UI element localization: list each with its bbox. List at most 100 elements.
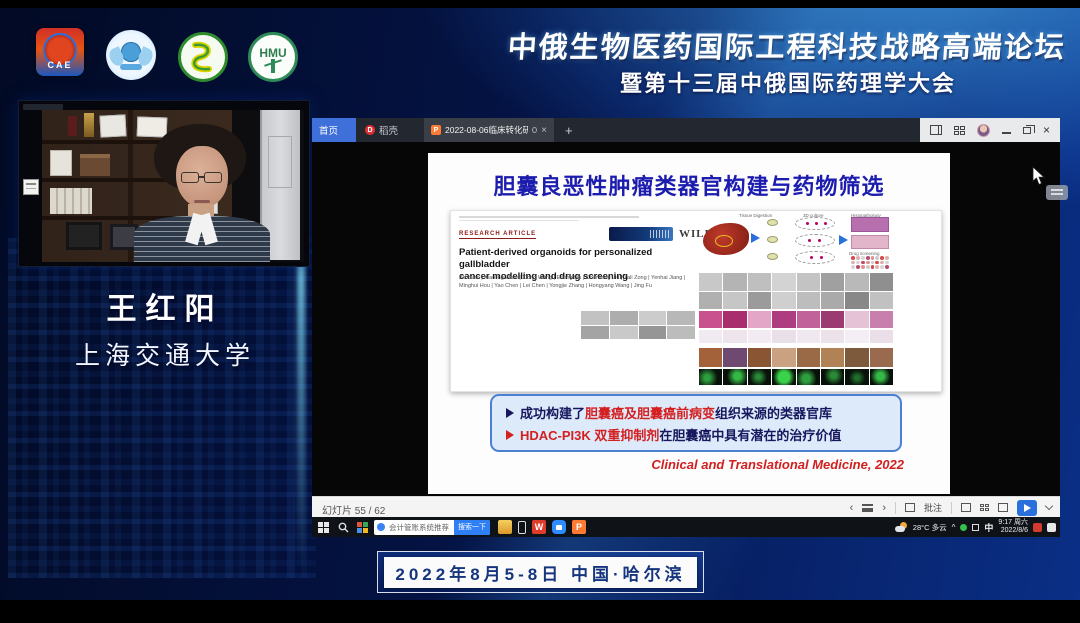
taskbar-search-box[interactable]: 会计管账系统推荐 搜索一下 (374, 520, 490, 535)
phone-app-icon[interactable] (512, 521, 532, 534)
weather-text[interactable]: 28°C 多云 (913, 522, 947, 533)
sample-icon (767, 236, 778, 243)
figure-cell (845, 369, 868, 385)
slide-list-icon[interactable] (862, 504, 873, 512)
figure-cell (723, 311, 746, 328)
drug-well (875, 265, 879, 269)
wps-app-icon[interactable]: W (532, 520, 546, 534)
tab-docer[interactable]: D 稻壳 (358, 118, 406, 142)
organoid-he-row (699, 330, 893, 343)
normal-view-icon[interactable] (961, 503, 971, 512)
close-button[interactable]: × (1043, 125, 1050, 135)
figure-cell (845, 292, 868, 310)
society-emblem-logo (106, 30, 156, 80)
drug-well (880, 256, 884, 260)
minimize-button[interactable] (1002, 132, 1011, 134)
figure-cell (845, 273, 868, 291)
slide-sorter-icon[interactable] (980, 504, 989, 511)
user-avatar[interactable] (977, 124, 990, 137)
fluorescence-row (699, 369, 893, 385)
tab-grid-icon[interactable] (954, 126, 965, 135)
footer-banner-frame: 2022年8月5-8日 中国·哈尔滨 (377, 551, 704, 593)
tab-presentation-file[interactable]: P 2022-08-06临床转化研究.pptx × (424, 118, 554, 142)
figure-cell (748, 348, 771, 367)
figure-cell (667, 326, 695, 340)
hidden-icons-chevron-icon[interactable]: ^ (952, 523, 956, 532)
next-slide-icon[interactable]: › (882, 502, 886, 514)
drug-well (851, 265, 855, 269)
annotate-icon[interactable] (905, 503, 915, 512)
tab-close-icon[interactable]: × (541, 125, 547, 136)
wps-tab-bar: 首页 D 稻壳 P 2022-08-06临床转化研究.pptx × + × (312, 118, 1060, 142)
pharmacology-society-logo (178, 32, 228, 82)
wpp-app-icon[interactable]: P (572, 520, 586, 534)
play-options-chevron-icon[interactable] (1045, 502, 1053, 510)
prev-slide-icon[interactable]: ‹ (850, 502, 854, 514)
bottom-letterbox (0, 600, 1080, 623)
docer-icon: D (365, 125, 375, 135)
start-button[interactable] (312, 522, 334, 533)
paper-article-type: RESEARCH ARTICLE (459, 231, 536, 239)
chat-icon[interactable] (1047, 523, 1056, 532)
reading-view-icon[interactable] (998, 503, 1008, 512)
forum-subtitle: 暨第十三届中俄国际药理学大会 (558, 66, 1018, 98)
ppt-file-icon: P (431, 125, 441, 135)
wall-note-card (23, 179, 39, 195)
slideshow-play-button[interactable] (1017, 500, 1037, 516)
histology-thumb (851, 235, 889, 249)
drug-well (871, 265, 875, 269)
tab-docer-label: 稻壳 (379, 123, 398, 137)
ime-indicator[interactable]: 中 (984, 521, 993, 534)
tab-home[interactable]: 首页 (312, 118, 356, 142)
summary-box: 成功构建了胆囊癌及胆囊癌前病变组织来源的类器官库HDAC-PI3K 双重抑制剂在… (490, 394, 902, 452)
meeting-app-icon[interactable] (552, 520, 566, 534)
notification-badge-icon[interactable] (1033, 523, 1042, 532)
speaker-video (42, 110, 304, 262)
gallbladder-highlight (715, 235, 733, 247)
drug-well (856, 256, 860, 260)
figure-cell (870, 311, 893, 328)
drug-well (866, 265, 870, 269)
drug-well (851, 256, 855, 260)
figure-cell (870, 292, 893, 310)
file-explorer-icon[interactable] (498, 520, 512, 534)
figure-cell (610, 326, 638, 340)
figure-cell (748, 273, 771, 291)
figure-cell (845, 348, 868, 367)
tray-green-icon[interactable] (960, 524, 967, 531)
culture-well (795, 234, 835, 247)
figure-cell (699, 311, 722, 328)
figure-cell (772, 330, 795, 343)
speaker-mouth (194, 200, 210, 203)
figure-cell (639, 311, 667, 325)
speaker-video-panel (18, 100, 310, 267)
footer-banner: 2022年8月5-8日 中国·哈尔滨 (384, 557, 697, 588)
clock[interactable]: 9:17 周六 2022/8/6 (998, 519, 1028, 535)
taskbar-search-icon[interactable] (334, 522, 352, 533)
clock-date: 2022/8/6 (1001, 527, 1028, 534)
figure-cell (748, 292, 771, 310)
figure-cell (821, 292, 844, 310)
he-histology-row (699, 311, 893, 328)
speaker-name: 王红阳 (0, 284, 330, 328)
figure-cell (845, 330, 868, 343)
figure-cell (797, 369, 820, 385)
taskbar-search-text: 会计管账系统推荐 (385, 522, 453, 533)
task-view-icon[interactable] (352, 522, 372, 533)
drug-well (861, 261, 865, 265)
pin-icon (532, 127, 537, 133)
collapsed-panel-chip[interactable] (1046, 185, 1068, 200)
culture-well (795, 217, 835, 230)
figure-cell (772, 311, 795, 328)
restore-button[interactable] (1023, 127, 1031, 134)
figure-cell (723, 369, 746, 385)
figure-cell (797, 348, 820, 367)
new-tab-button[interactable]: + (558, 118, 576, 142)
split-view-icon[interactable] (930, 125, 942, 135)
summary-bullet: 成功构建了胆囊癌及胆囊癌前病变组织来源的类器官库 (506, 403, 886, 425)
figure-cell (723, 348, 746, 367)
taskbar-search-go-button[interactable]: 搜索一下 (454, 520, 490, 535)
figure-cell (748, 311, 771, 328)
tray-app-icon[interactable] (972, 524, 979, 531)
figure-cell (797, 311, 820, 328)
